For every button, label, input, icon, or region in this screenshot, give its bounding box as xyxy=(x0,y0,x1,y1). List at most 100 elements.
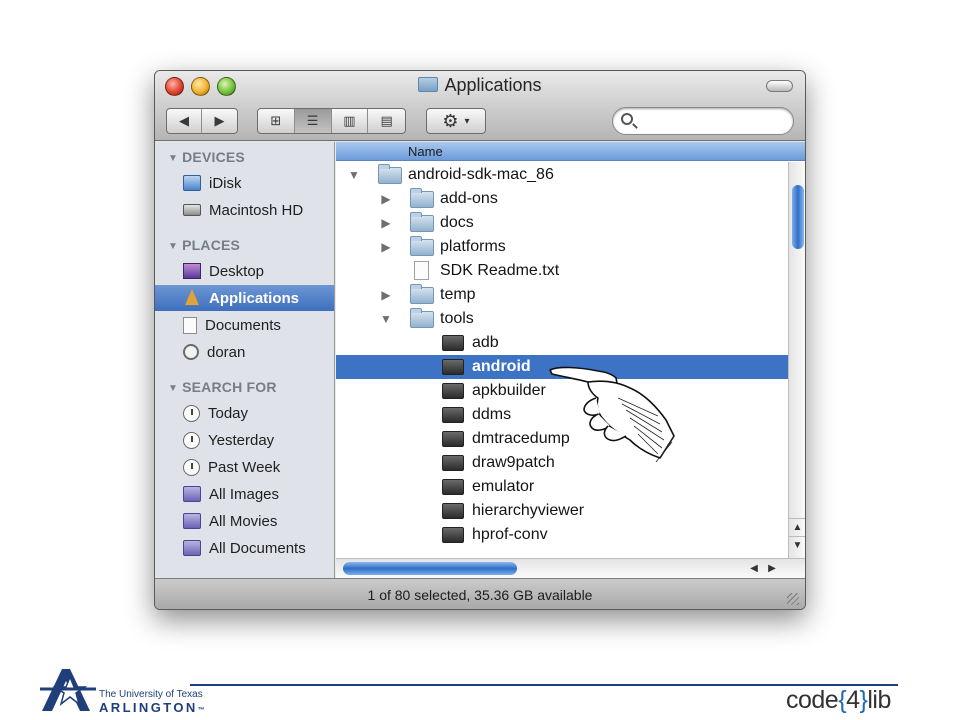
horizontal-scrollbar[interactable]: ◀ ▶ xyxy=(336,558,805,578)
scroll-right-arrow-icon[interactable]: ▶ xyxy=(764,560,780,577)
horizontal-scroll-thumb[interactable] xyxy=(343,562,517,575)
sidebar-section-header[interactable]: ▼ PLACES xyxy=(168,237,240,253)
list-item-label: apkbuilder xyxy=(472,382,546,399)
list-item[interactable]: ▶ platforms xyxy=(336,235,788,259)
list-item-label: tools xyxy=(440,310,474,327)
disclosure-closed-icon[interactable]: ▶ xyxy=(380,192,392,206)
folder-icon xyxy=(410,212,434,232)
sidebar-item-today[interactable]: Today xyxy=(155,400,334,426)
sidebar-item-past-week[interactable]: Past Week xyxy=(155,454,334,480)
executable-icon xyxy=(442,455,464,471)
executable-icon xyxy=(442,479,464,495)
sidebar-item-label: doran xyxy=(207,343,246,361)
sidebar-item-applications[interactable]: Applications xyxy=(155,285,334,311)
folder-icon xyxy=(378,164,402,184)
back-arrow-button[interactable]: ◀ xyxy=(167,109,203,133)
uta-name-line: The University of Texas xyxy=(99,689,203,700)
sidebar-item-macintosh-hd[interactable]: Macintosh HD xyxy=(155,197,334,223)
smart-folder-icon xyxy=(183,513,201,529)
list-item[interactable]: emulator xyxy=(336,475,788,499)
hard-drive-icon xyxy=(183,204,201,216)
list-item-label: docs xyxy=(440,214,474,231)
idisk-icon xyxy=(183,175,201,191)
sidebar-item-desktop[interactable]: Desktop xyxy=(155,258,334,284)
disclosure-open-icon[interactable]: ▼ xyxy=(348,168,360,182)
sidebar-item-yesterday[interactable]: Yesterday xyxy=(155,427,334,453)
search-field[interactable] xyxy=(612,107,794,135)
list-item-label: hierarchyviewer xyxy=(472,502,585,519)
folder-icon xyxy=(410,284,434,304)
disclosure-triangle-icon: ▼ xyxy=(168,153,179,164)
sidebar-item-label: All Movies xyxy=(209,512,278,530)
vertical-scroll-thumb[interactable] xyxy=(792,185,804,249)
list-item-label: draw9patch xyxy=(472,454,555,471)
sidebar: ▼ DEVICES iDisk Macintosh HD ▼ PLACES Desktop A… xyxy=(155,142,335,578)
resize-grip-icon[interactable] xyxy=(787,593,799,605)
column-view-button[interactable]: ▥ xyxy=(332,109,369,133)
list-item[interactable]: SDK Readme.txt xyxy=(336,259,788,283)
view-mode-control: ⊞ ☰ ▥ ▤ xyxy=(257,108,406,134)
list-item-label: ddms xyxy=(472,406,512,423)
scroll-down-arrow-icon[interactable]: ▼ xyxy=(789,536,805,553)
scroll-up-arrow-icon[interactable]: ▲ xyxy=(789,518,805,535)
list-item-label: adb xyxy=(472,334,499,351)
code4lib-logo: code{4}lib xyxy=(786,686,891,715)
uta-arlington-line: ARLINGTON™ xyxy=(99,700,205,715)
action-menu-button[interactable]: ⚙ ▾ xyxy=(426,108,486,134)
list-item[interactable]: ▶ temp xyxy=(336,283,788,307)
scroll-left-arrow-icon[interactable]: ◀ xyxy=(746,560,762,577)
list-item[interactable]: adb xyxy=(336,331,788,355)
disclosure-triangle-icon: ▼ xyxy=(168,241,179,252)
sidebar-item-label: Macintosh HD xyxy=(209,201,304,219)
folder-icon xyxy=(410,308,434,328)
executable-icon xyxy=(442,359,464,375)
sidebar-item-label: Yesterday xyxy=(208,431,275,449)
sidebar-item-all-images[interactable]: All Images xyxy=(155,481,334,507)
list-item[interactable]: ▼ tools xyxy=(336,307,788,331)
window-title-label: Applications xyxy=(444,75,542,95)
toolbar-toggle-button[interactable] xyxy=(766,80,793,92)
applications-icon xyxy=(183,289,201,307)
sidebar-section-title: SEARCH FOR xyxy=(182,379,277,395)
icon-view-button[interactable]: ⊞ xyxy=(258,109,295,133)
gear-icon: ⚙ xyxy=(442,110,459,131)
sidebar-section-title: PLACES xyxy=(182,237,241,253)
column-view-icon: ▥ xyxy=(343,113,356,128)
code4lib-code: code xyxy=(786,686,839,714)
status-bar: 1 of 80 selected, 35.36 GB available xyxy=(155,578,805,609)
list-item[interactable]: ▼ android-sdk-mac_86 xyxy=(336,163,788,187)
disclosure-closed-icon[interactable]: ▶ xyxy=(380,288,392,302)
sidebar-item-documents[interactable]: Documents xyxy=(155,312,334,338)
desktop-icon xyxy=(183,263,201,279)
documents-icon xyxy=(183,316,197,334)
folder-icon xyxy=(410,236,434,256)
disclosure-open-icon[interactable]: ▼ xyxy=(380,312,392,326)
sidebar-section-header[interactable]: ▼ DEVICES xyxy=(168,149,245,165)
sidebar-item-all-documents[interactable]: All Documents xyxy=(155,535,334,561)
name-column-header[interactable]: Name xyxy=(336,142,805,161)
forward-arrow-button[interactable]: ▶ xyxy=(202,109,237,133)
code4lib-number: 4 xyxy=(846,686,860,714)
folder-icon xyxy=(410,188,434,208)
list-item[interactable]: ▶ docs xyxy=(336,211,788,235)
disclosure-closed-icon[interactable]: ▶ xyxy=(380,216,392,230)
sidebar-item-label: Documents xyxy=(205,316,281,334)
chevron-down-icon: ▾ xyxy=(464,115,470,127)
vertical-scrollbar[interactable]: ▲ ▼ xyxy=(788,162,805,558)
sidebar-section-header[interactable]: ▼ SEARCH FOR xyxy=(168,379,277,395)
list-view-button[interactable]: ☰ xyxy=(294,109,332,133)
sidebar-item-doran[interactable]: doran xyxy=(155,339,334,365)
list-item[interactable]: ▶ add-ons xyxy=(336,187,788,211)
sidebar-item-idisk[interactable]: iDisk xyxy=(155,170,334,196)
executable-icon xyxy=(442,383,464,399)
executable-icon xyxy=(442,431,464,447)
sidebar-item-all-movies[interactable]: All Movies xyxy=(155,508,334,534)
executable-icon xyxy=(442,335,464,351)
list-item[interactable]: hierarchyviewer xyxy=(336,499,788,523)
coverflow-view-button[interactable]: ▤ xyxy=(368,109,405,133)
search-input[interactable] xyxy=(641,112,781,130)
list-item[interactable]: hprof-conv xyxy=(336,523,788,547)
disclosure-closed-icon[interactable]: ▶ xyxy=(380,240,392,254)
sidebar-item-label: Past Week xyxy=(208,458,281,476)
list-item-label: add-ons xyxy=(440,190,498,207)
